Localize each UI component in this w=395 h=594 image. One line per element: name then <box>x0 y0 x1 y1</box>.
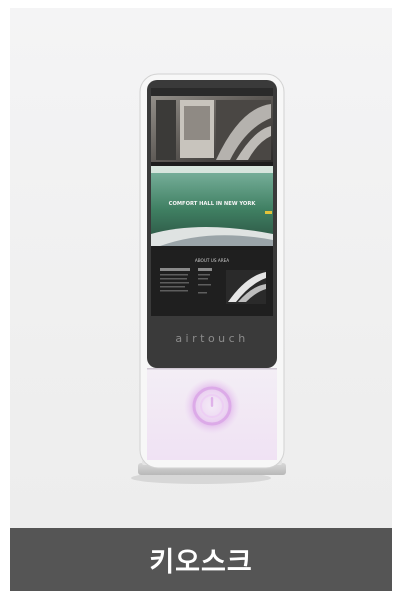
panel-2-button <box>265 211 272 214</box>
product-caption: 키오스크 <box>149 547 253 578</box>
product-card: COMFORT HALL IN NEW YORK ABOUT US AREA a… <box>10 8 392 591</box>
kiosk-illustration: COMFORT HALL IN NEW YORK ABOUT US AREA a… <box>131 73 286 484</box>
panel-2-heading: COMFORT HALL IN NEW YORK <box>169 201 257 207</box>
brand-logo: airtouch <box>175 332 248 345</box>
caption-bar: 키오스크 <box>10 528 392 591</box>
panel-3-heading: ABOUT US AREA <box>195 258 229 263</box>
